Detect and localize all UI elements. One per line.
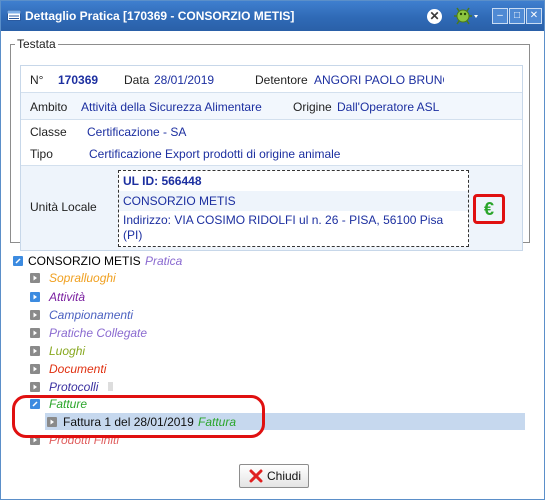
collapsed-icon[interactable] — [30, 310, 40, 320]
detentore-value: ANGORI PAOLO BRUNO — [314, 73, 444, 87]
collapsed-icon[interactable] — [30, 346, 40, 356]
ul-address: Indirizzo: VIA COSIMO RIDOLFI ul n. 26 -… — [123, 213, 444, 242]
detentore-label: Detentore — [255, 73, 308, 87]
collapsed-icon[interactable] — [30, 273, 40, 283]
collapsed-icon[interactable] — [30, 364, 40, 374]
row-classe-tipo: Classe Certificazione - SA Tipo Certific… — [21, 120, 522, 166]
expand-icon[interactable] — [13, 256, 23, 266]
row-numero: N° 170369 Data 28/01/2019 Detentore ANGO… — [21, 66, 522, 93]
testata-panel: N° 170369 Data 28/01/2019 Detentore ANGO… — [20, 65, 523, 251]
collapsed-icon[interactable] — [30, 292, 40, 302]
row-ambito: Ambito Attività della Sicurezza Alimenta… — [21, 93, 522, 120]
ambito-label: Ambito — [30, 100, 68, 114]
collapsed-icon[interactable] — [30, 382, 40, 392]
chiudi-label: Chiudi — [267, 469, 302, 483]
row-unita-locale: Unità Locale UL ID: 566448 CONSORZIO MET… — [21, 166, 522, 250]
origine-value: Dall'Operatore ASL — [337, 100, 440, 114]
tree-label: Documenti — [49, 362, 107, 376]
loading-indicator — [108, 382, 113, 391]
origine-label: Origine — [293, 100, 332, 114]
ul-name: CONSORZIO METIS — [123, 194, 236, 208]
tree-label: Protocolli — [49, 380, 99, 394]
tree-label: Campionamenti — [49, 308, 134, 322]
close-circle-icon[interactable]: ✕ — [427, 9, 442, 24]
maximize-button[interactable]: □ — [509, 8, 525, 24]
root-type: Pratica — [145, 254, 183, 268]
classe-label: Classe — [30, 125, 67, 139]
euro-button[interactable]: € — [473, 194, 505, 224]
tipo-value: Certificazione Export prodotti di origin… — [89, 147, 341, 161]
data-label: Data — [124, 73, 150, 87]
tree-label: Sopralluoghi — [49, 271, 116, 285]
classe-value: Certificazione - SA — [87, 125, 187, 139]
tree-label: Luoghi — [49, 344, 86, 358]
tree-label: Attività — [49, 290, 86, 304]
tree-label: Pratiche Collegate — [49, 326, 148, 340]
window-title: Dettaglio Pratica [170369 - CONSORZIO ME… — [25, 9, 295, 23]
title-bar[interactable]: Dettaglio Pratica [170369 - CONSORZIO ME… — [1, 1, 544, 31]
n-value: 170369 — [58, 73, 99, 87]
root-name: CONSORZIO METIS — [28, 254, 141, 268]
unita-locale-box: UL ID: 566448 CONSORZIO METIS Indirizzo:… — [118, 170, 469, 247]
detail-window: Dettaglio Pratica [170369 - CONSORZIO ME… — [0, 0, 545, 500]
close-button[interactable]: ✕ — [526, 8, 542, 24]
minimize-button[interactable]: – — [492, 8, 508, 24]
tipo-label: Tipo — [30, 147, 53, 161]
testata-fieldset: Testata N° 170369 Data 28/01/2019 Detent… — [10, 37, 530, 251]
ul-id: UL ID: 566448 — [123, 174, 202, 188]
window-icon — [7, 10, 21, 21]
data-value: 28/01/2019 — [154, 73, 215, 87]
bug-icon[interactable] — [453, 6, 479, 26]
ambito-value: Attività della Sicurezza Alimentare — [81, 100, 262, 114]
chiudi-button[interactable]: Chiudi — [239, 464, 309, 488]
euro-icon: € — [483, 199, 494, 219]
highlight-annotation — [12, 395, 265, 438]
unita-locale-label: Unità Locale — [30, 200, 97, 214]
close-x-icon — [249, 469, 263, 483]
collapsed-icon[interactable] — [30, 328, 40, 338]
testata-legend: Testata — [17, 37, 56, 51]
n-label: N° — [30, 73, 44, 87]
